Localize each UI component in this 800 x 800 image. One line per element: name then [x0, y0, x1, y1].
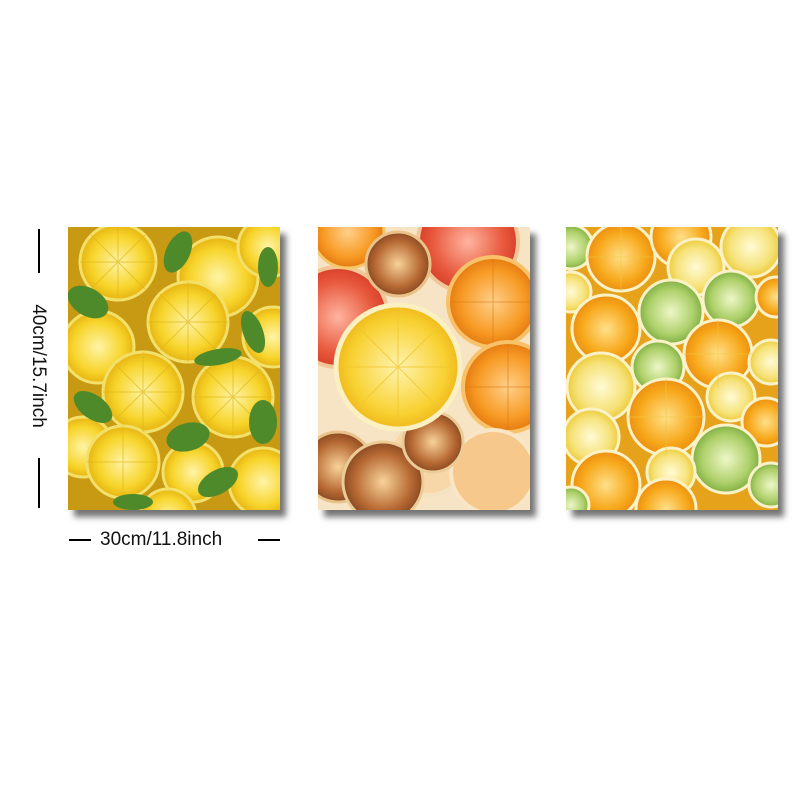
product-image: 40cm/15.7inch 30cm/11.8inch — [0, 0, 800, 800]
width-dimension-line-right — [258, 539, 280, 541]
height-dimension-line-bottom — [38, 458, 40, 508]
lemon-slices-illustration — [68, 227, 280, 510]
canvas-panel-citrus — [318, 227, 530, 510]
canvas-panel-lemons — [68, 227, 280, 510]
height-dimension-line-top — [38, 229, 40, 273]
canvas-panel-mixed-citrus — [566, 227, 778, 510]
mixed-citrus-illustration — [566, 227, 778, 510]
height-dimension-label: 40cm/15.7inch — [28, 304, 49, 428]
width-dimension-line-left — [69, 539, 91, 541]
width-dimension-label: 30cm/11.8inch — [100, 529, 223, 550]
citrus-slices-illustration — [318, 227, 530, 510]
